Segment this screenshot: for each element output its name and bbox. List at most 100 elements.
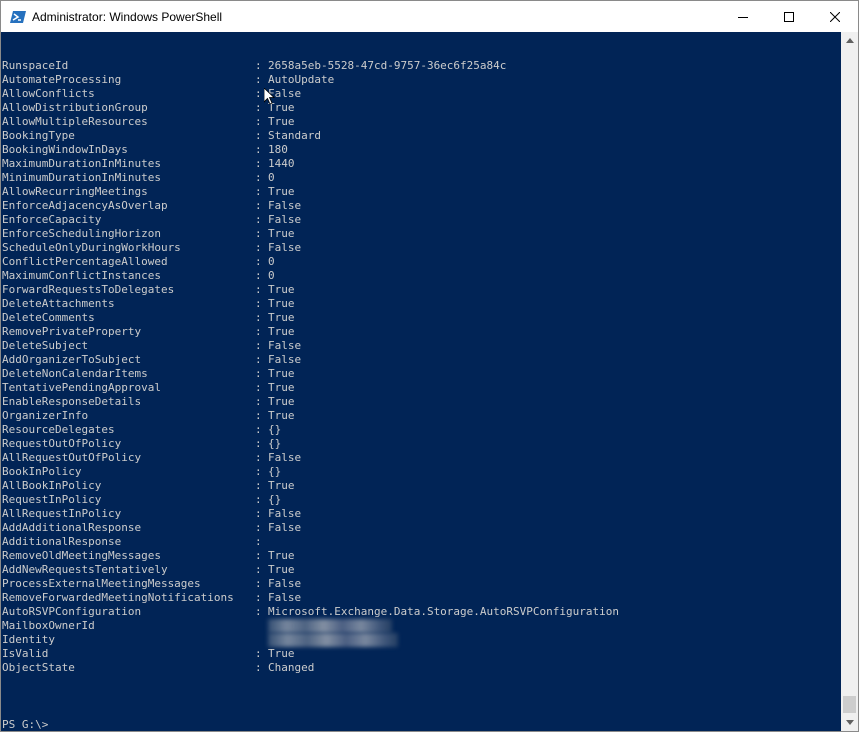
output-line: EnforceAdjacencyAsOverlap: False: [2, 199, 619, 213]
property-separator: :: [255, 325, 262, 338]
output-line: DeleteComments: True: [2, 311, 619, 325]
property-separator: :: [255, 199, 262, 212]
output-line: DeleteSubject: False: [2, 339, 619, 353]
property-separator: :: [255, 339, 262, 352]
command-output: RunspaceId:2658a5eb-5528-47cd-9757-36ec6…: [2, 59, 619, 675]
output-line: AddNewRequestsTentatively: True: [2, 563, 619, 577]
property-separator: :: [255, 367, 262, 380]
property-name: RunspaceId: [2, 59, 69, 72]
property-name: RemoveForwardedMeetingNotifications: [2, 591, 234, 604]
window-title: Administrator: Windows PowerShell: [32, 9, 223, 24]
property-value: True: [268, 115, 295, 128]
output-line: EnableResponseDetails: True: [2, 395, 619, 409]
output-line: AdditionalResponse:: [2, 535, 619, 549]
minimize-icon: [738, 16, 748, 18]
output-line: AllRequestInPolicy: False: [2, 507, 619, 521]
output-line: AllowMultipleResources: True: [2, 115, 619, 129]
command-prompt[interactable]: PS G:\>: [2, 718, 48, 731]
property-value: True: [268, 395, 295, 408]
scroll-thumb[interactable]: [843, 696, 856, 713]
property-name: ObjectState: [2, 661, 75, 674]
property-value: False: [268, 507, 302, 520]
property-value: True: [268, 311, 295, 324]
property-name: AllowMultipleResources: [2, 115, 148, 128]
maximize-icon: [784, 11, 794, 22]
powershell-window: Administrator: Windows PowerShell Runspa…: [0, 0, 859, 732]
property-separator: :: [255, 647, 262, 660]
property-value: 1440: [268, 157, 295, 170]
output-line: AllRequestOutOfPolicy: False: [2, 451, 619, 465]
property-name: RemoveOldMeetingMessages: [2, 549, 161, 562]
property-value: False: [268, 591, 302, 604]
scroll-down-button[interactable]: [841, 714, 858, 731]
property-value: True: [268, 297, 295, 310]
property-name: BookingType: [2, 129, 75, 142]
output-line: ResourceDelegates: {}: [2, 423, 619, 437]
property-separator: :: [255, 493, 262, 506]
maximize-button[interactable]: [766, 1, 812, 32]
property-separator: :: [255, 157, 262, 170]
property-value: True: [268, 647, 295, 660]
property-value: AutoUpdate: [268, 73, 335, 86]
output-line: MailboxOwnerId: [2, 619, 619, 633]
minimize-button[interactable]: [720, 1, 766, 32]
property-value: False: [268, 521, 302, 534]
property-name: AllowConflicts: [2, 87, 95, 100]
property-value: True: [268, 563, 295, 576]
property-value: True: [268, 381, 295, 394]
close-button[interactable]: [812, 1, 858, 32]
output-line: TentativePendingApproval: True: [2, 381, 619, 395]
property-value: False: [268, 353, 302, 366]
property-separator: :: [255, 465, 262, 478]
property-name: AddNewRequestsTentatively: [2, 563, 168, 576]
property-name: MaximumConflictInstances: [2, 269, 161, 282]
property-name: DeleteComments: [2, 311, 95, 324]
output-line: RequestOutOfPolicy: {}: [2, 437, 619, 451]
property-separator: :: [255, 283, 262, 296]
property-separator: :: [255, 395, 262, 408]
property-separator: :: [255, 213, 262, 226]
property-separator: :: [255, 297, 262, 310]
output-line: AllBookInPolicy: True: [2, 479, 619, 493]
output-line: IsValid: True: [2, 647, 619, 661]
title-bar[interactable]: Administrator: Windows PowerShell: [1, 1, 858, 32]
property-name: ProcessExternalMeetingMessages: [2, 577, 201, 590]
property-separator: :: [255, 129, 262, 142]
property-separator: :: [255, 661, 262, 674]
chevron-up-icon: [845, 38, 854, 43]
property-name: AllRequestOutOfPolicy: [2, 451, 142, 464]
property-name: EnforceCapacity: [2, 213, 102, 226]
property-separator: :: [255, 437, 262, 450]
property-separator: :: [255, 171, 262, 184]
property-name: DeleteAttachments: [2, 297, 115, 310]
property-separator: :: [255, 521, 262, 534]
property-separator: :: [255, 269, 262, 282]
property-name: AutomateProcessing: [2, 73, 122, 86]
property-name: AllowDistributionGroup: [2, 101, 148, 114]
property-name: AddAdditionalResponse: [2, 521, 142, 534]
property-value: False: [268, 451, 302, 464]
output-line: MaximumConflictInstances:0: [2, 269, 619, 283]
output-line: AllowConflicts: False: [2, 87, 619, 101]
property-value: {}: [268, 493, 282, 506]
property-name: TentativePendingApproval: [2, 381, 161, 394]
output-line: RemovePrivateProperty: True: [2, 325, 619, 339]
property-separator: :: [255, 549, 262, 562]
property-name: EnableResponseDetails: [2, 395, 142, 408]
output-line: Identity: [2, 633, 619, 647]
property-separator: :: [255, 115, 262, 128]
property-name: AutoRSVPConfiguration: [2, 605, 142, 618]
property-separator: :: [255, 591, 262, 604]
vertical-scrollbar[interactable]: [841, 32, 858, 731]
output-line: ForwardRequestsToDelegates: True: [2, 283, 619, 297]
output-line: EnforceCapacity: False: [2, 213, 619, 227]
output-line: MinimumDurationInMinutes:0: [2, 171, 619, 185]
property-value: False: [268, 577, 302, 590]
output-line: RunspaceId:2658a5eb-5528-47cd-9757-36ec6…: [2, 59, 619, 73]
console-area[interactable]: RunspaceId:2658a5eb-5528-47cd-9757-36ec6…: [1, 32, 841, 731]
property-name: AllRequestInPolicy: [2, 507, 122, 520]
property-name: RemovePrivateProperty: [2, 325, 142, 338]
property-name: RequestInPolicy: [2, 493, 102, 506]
scroll-up-button[interactable]: [841, 32, 858, 49]
property-value: Standard: [268, 129, 321, 142]
